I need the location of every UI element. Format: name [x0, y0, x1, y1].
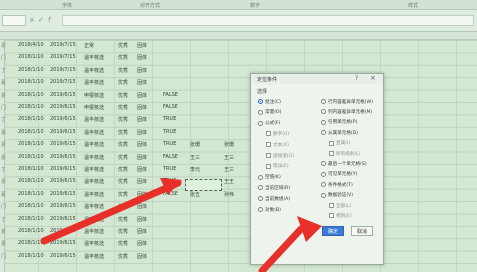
annotation-arrows: [40, 178, 322, 272]
red-arrow-right: [258, 225, 305, 272]
red-arrow-left: [40, 179, 182, 245]
